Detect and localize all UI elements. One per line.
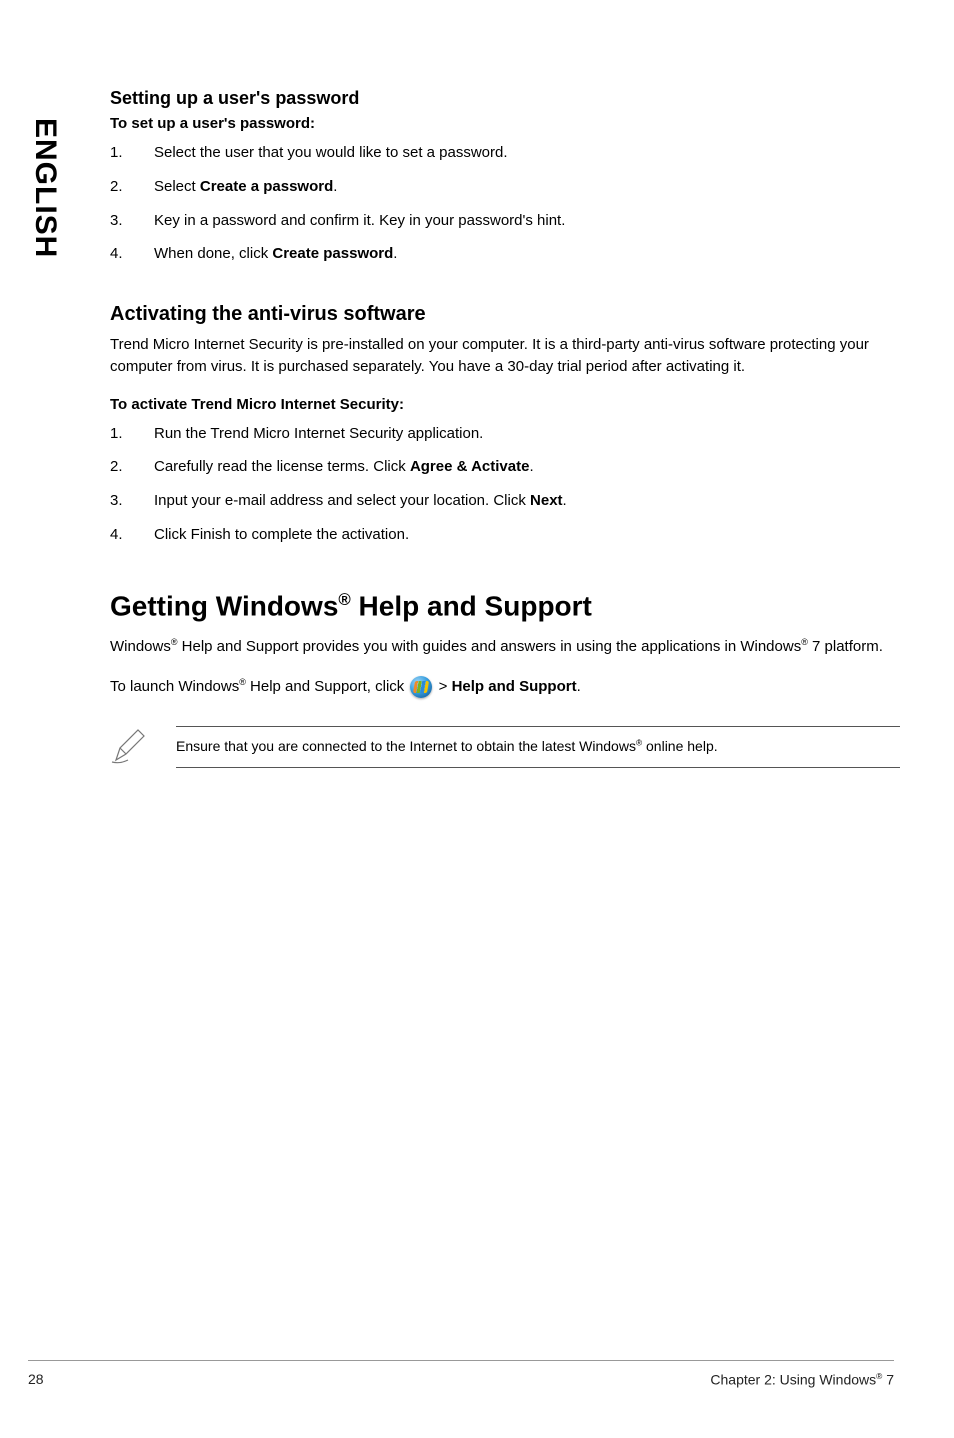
- paragraph-windows-help: Windows® Help and Support provides you w…: [110, 636, 900, 658]
- list-item: Click Finish to complete the activation.: [110, 524, 900, 546]
- heading-part: Help and Support: [351, 590, 592, 621]
- text-part: Windows: [110, 638, 171, 655]
- step-text: .: [529, 458, 533, 475]
- step-bold: Create password: [272, 245, 393, 262]
- windows-start-icon: [410, 676, 432, 698]
- step-bold: Agree & Activate: [410, 458, 530, 475]
- registered-mark: ®: [171, 637, 178, 647]
- text-part: To launch Windows: [110, 678, 239, 695]
- language-tab: ENGLISH: [28, 118, 62, 258]
- text-part: Ensure that you are connected to the Int…: [176, 738, 636, 754]
- text-bold: Help and Support: [452, 678, 577, 695]
- text-part: Chapter 2: Using Windows: [710, 1372, 876, 1388]
- step-text: Select the user that you would like to s…: [154, 144, 508, 161]
- heading-part: Getting Windows: [110, 590, 338, 621]
- paragraph-antivirus-intro: Trend Micro Internet Security is pre-ins…: [110, 334, 900, 378]
- list-item: Run the Trend Micro Internet Security ap…: [110, 423, 900, 445]
- step-text: Select: [154, 178, 200, 195]
- step-bold: Next: [530, 492, 563, 509]
- page-number: 28: [28, 1371, 44, 1388]
- step-text: Click Finish to complete the activation.: [154, 526, 409, 543]
- step-bold: Create a password: [200, 178, 333, 195]
- steps-set-password: Select the user that you would like to s…: [110, 142, 900, 265]
- registered-mark: ®: [239, 677, 246, 687]
- registered-mark: ®: [801, 637, 808, 647]
- step-text: Key in a password and confirm it. Key in…: [154, 212, 565, 229]
- text-part: Help and Support, click: [246, 678, 409, 695]
- step-text: Run the Trend Micro Internet Security ap…: [154, 425, 483, 442]
- text-part: online help.: [642, 738, 718, 754]
- registered-mark: ®: [338, 590, 350, 609]
- heading-setting-password: Setting up a user's password: [110, 88, 900, 109]
- page-footer: 28 Chapter 2: Using Windows® 7: [28, 1360, 894, 1388]
- step-text: .: [333, 178, 337, 195]
- text-part: 7: [882, 1372, 894, 1388]
- note-text: Ensure that you are connected to the Int…: [176, 726, 900, 768]
- heading-windows-help: Getting Windows® Help and Support: [110, 590, 900, 622]
- text-part: .: [577, 678, 581, 695]
- list-item: When done, click Create password.: [110, 243, 900, 265]
- list-item: Input your e-mail address and select you…: [110, 490, 900, 512]
- text-part: 7 platform.: [808, 638, 883, 655]
- launch-instruction: To launch Windows® Help and Support, cli…: [110, 676, 900, 699]
- pencil-note-icon: [110, 726, 150, 766]
- step-text: Input your e-mail address and select you…: [154, 492, 530, 509]
- list-item: Select Create a password.: [110, 176, 900, 198]
- subtitle-set-password: To set up a user's password:: [110, 115, 900, 132]
- page-content: Setting up a user's password To set up a…: [110, 88, 900, 768]
- chapter-label: Chapter 2: Using Windows® 7: [710, 1371, 894, 1388]
- text-part: >: [434, 678, 451, 695]
- list-item: Carefully read the license terms. Click …: [110, 456, 900, 478]
- note-block: Ensure that you are connected to the Int…: [110, 726, 900, 768]
- step-text: .: [563, 492, 567, 509]
- text-part: Help and Support provides you with guide…: [178, 638, 802, 655]
- subtitle-activate-trend: To activate Trend Micro Internet Securit…: [110, 396, 900, 413]
- list-item: Select the user that you would like to s…: [110, 142, 900, 164]
- step-text: .: [393, 245, 397, 262]
- step-text: Carefully read the license terms. Click: [154, 458, 410, 475]
- heading-antivirus: Activating the anti-virus software: [110, 303, 900, 326]
- list-item: Key in a password and confirm it. Key in…: [110, 210, 900, 232]
- step-text: When done, click: [154, 245, 272, 262]
- steps-activate-trend: Run the Trend Micro Internet Security ap…: [110, 423, 900, 546]
